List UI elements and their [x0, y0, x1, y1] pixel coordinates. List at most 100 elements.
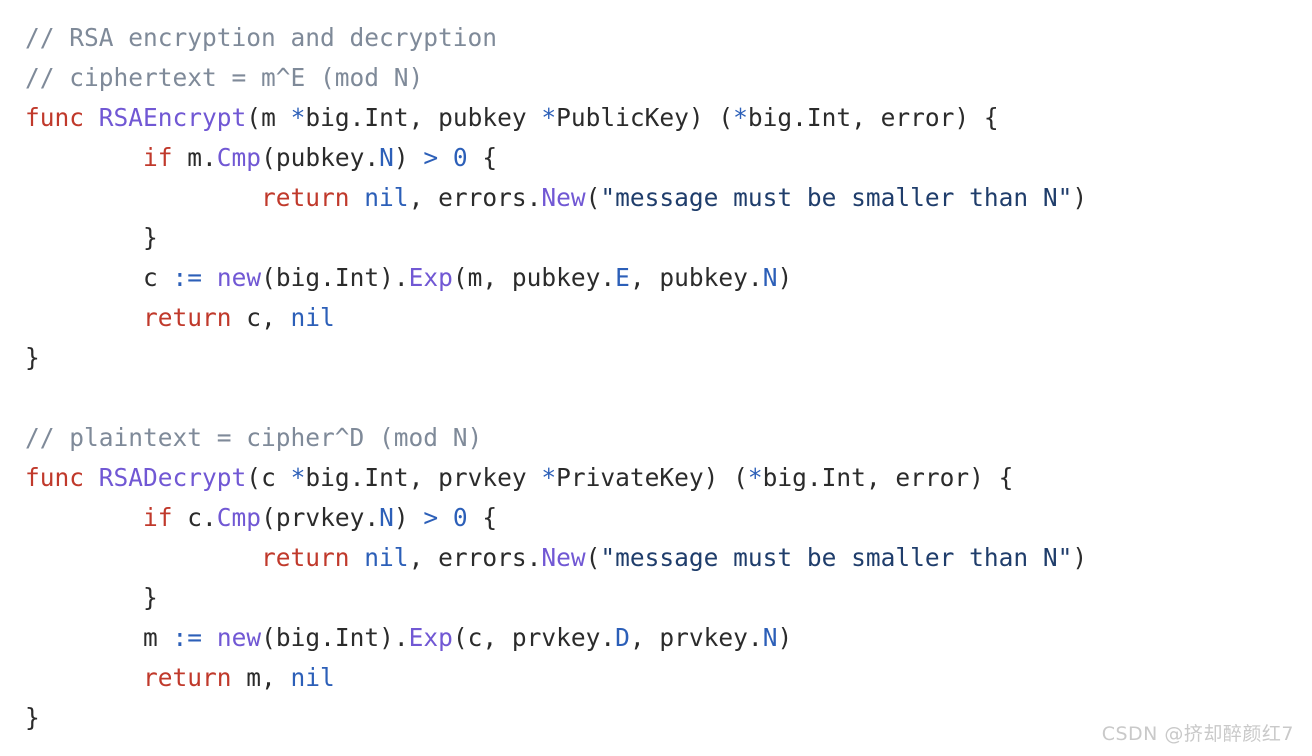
token-comment: // RSA encryption and decryption — [25, 23, 498, 52]
token-const: nil — [290, 663, 335, 692]
code-block[interactable]: // RSA encryption and decryption // ciphe… — [0, 0, 1312, 738]
token-op: * — [541, 463, 557, 492]
token-keyword: if — [143, 143, 173, 172]
token-plain: , pubkey. — [629, 263, 763, 292]
token-op: * — [290, 103, 306, 132]
code-line: return nil, errors.New("message must be … — [25, 538, 1312, 578]
token-punct: } — [25, 343, 40, 372]
token-plain: , errors. — [408, 543, 542, 572]
token-op: * — [733, 103, 748, 132]
token-op: := — [172, 263, 203, 292]
token-punct: ) — [777, 263, 793, 292]
token-plain: big.Int, error) { — [747, 103, 999, 132]
token-plain: big.Int, prvkey — [305, 463, 542, 492]
token-punct: ( — [452, 623, 468, 652]
token-field: N — [762, 263, 778, 292]
token-op: > — [423, 503, 439, 532]
token-plain: c — [261, 463, 291, 492]
token-field: D — [615, 623, 630, 652]
token-plain: prvkey. — [275, 503, 380, 532]
token-punct: ( — [261, 263, 276, 292]
token-punct: ( — [261, 143, 276, 172]
token-punct: ) — [777, 623, 793, 652]
code-line: } — [25, 338, 1312, 378]
token-field: N — [379, 143, 394, 172]
token-punct: ( — [246, 463, 262, 492]
token-const: nil — [364, 183, 409, 212]
token-op: * — [290, 463, 306, 492]
token-func: New — [541, 183, 586, 212]
code-line: if m.Cmp(pubkey.N) > 0 { — [25, 138, 1312, 178]
token-punct: ( — [585, 183, 601, 212]
token-punct: } — [143, 583, 158, 612]
token-plain: pubkey. — [275, 143, 380, 172]
token-number: 0 — [452, 503, 468, 532]
token-keyword: return — [261, 543, 350, 572]
token-plain: m — [261, 103, 291, 132]
token-plain: m. — [172, 143, 217, 172]
token-punct: ) — [1072, 183, 1088, 212]
token-plain: { — [467, 503, 498, 532]
token-const: nil — [290, 303, 335, 332]
token-punct: ( — [452, 263, 468, 292]
token-plain: c, prvkey. — [467, 623, 616, 652]
token-func: new — [216, 263, 262, 292]
token-number: 0 — [452, 143, 468, 172]
token-plain: big.Int). — [275, 263, 409, 292]
code-line: // plaintext = cipher^D (mod N) — [25, 418, 1312, 458]
token-punct: ( — [261, 503, 276, 532]
code-line: func RSAEncrypt(m *big.Int, pubkey *Publ… — [25, 98, 1312, 138]
token-func: new — [216, 623, 262, 652]
token-punct: ) — [393, 143, 424, 172]
code-line: // ciphertext = m^E (mod N) — [25, 58, 1312, 98]
token-string: "message must be smaller than N" — [600, 183, 1073, 212]
token-func: Exp — [408, 263, 453, 292]
token-punct: ( — [261, 623, 276, 652]
token-field: E — [615, 263, 630, 292]
token-func: Exp — [408, 623, 453, 652]
token-func: RSAEncrypt — [98, 103, 247, 132]
token-plain: , prvkey. — [629, 623, 763, 652]
token-plain: big.Int, error) { — [762, 463, 1014, 492]
code-line: m := new(big.Int).Exp(c, prvkey.D, prvke… — [25, 618, 1312, 658]
token-punct: ) — [1072, 543, 1088, 572]
token-op: > — [423, 143, 439, 172]
token-keyword: return — [143, 303, 232, 332]
code-line: func RSADecrypt(c *big.Int, prvkey *Priv… — [25, 458, 1312, 498]
token-punct: } — [25, 703, 40, 732]
token-punct: ( — [246, 103, 262, 132]
code-line: c := new(big.Int).Exp(m, pubkey.E, pubke… — [25, 258, 1312, 298]
code-line: // RSA encryption and decryption — [25, 18, 1312, 58]
token-string: "message must be smaller than N" — [600, 543, 1073, 572]
token-plain: PrivateKey) ( — [556, 463, 748, 492]
token-keyword: return — [143, 663, 232, 692]
token-plain: PublicKey) ( — [556, 103, 734, 132]
token-plain: big.Int). — [275, 623, 409, 652]
token-keyword: func — [25, 463, 85, 492]
token-punct: ( — [585, 543, 601, 572]
code-line: return c, nil — [25, 298, 1312, 338]
token-op: * — [541, 103, 557, 132]
code-line: return m, nil — [25, 658, 1312, 698]
token-op: * — [747, 463, 763, 492]
csdn-watermark: CSDN @挤却醉颜红7 — [1101, 723, 1294, 745]
token-func: Cmp — [216, 143, 262, 172]
token-op: := — [172, 623, 203, 652]
token-punct: ) — [393, 503, 424, 532]
code-line: return nil, errors.New("message must be … — [25, 178, 1312, 218]
